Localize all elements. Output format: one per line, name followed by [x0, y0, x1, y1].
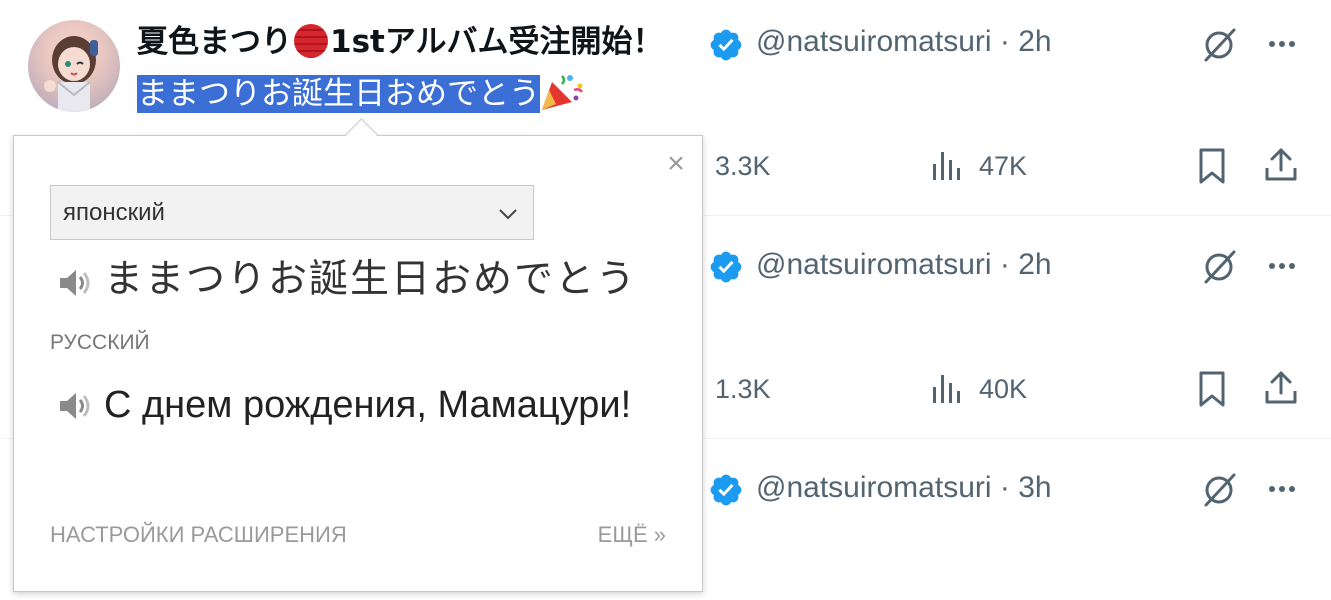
author-name-part1: 夏色まつり [137, 24, 292, 60]
source-language-select[interactable]: японский [50, 185, 534, 240]
page: 夏色まつり 1stアルバム受注開始！ @natsuiromatsuri · 2h … [0, 0, 1331, 600]
verified-badge-icon [710, 474, 742, 506]
views-count[interactable]: 40K [979, 373, 1027, 405]
more-options-icon[interactable] [1264, 471, 1300, 507]
source-text: ままつりお誕生日おめでとう [104, 257, 638, 302]
verified-badge-icon [710, 251, 742, 283]
retweet-count[interactable]: 3.3K [715, 150, 771, 182]
translation-popup: × японский ままつりお誕生日おめでとう РУССКИЙ С днем … [13, 118, 703, 592]
translated-text: С днем рождения, Мамацури! [104, 384, 632, 426]
author-handle[interactable]: @natsuiromatsuri · 3h [756, 468, 1052, 508]
selected-tweet-text[interactable]: ままつりお誕生日おめでとう [137, 75, 540, 113]
avatar[interactable] [28, 20, 120, 112]
lantern-emoji [294, 24, 328, 58]
author-name[interactable]: 夏色まつり 1stアルバム受注開始！ [137, 22, 664, 62]
chevron-down-icon [499, 209, 517, 220]
verified-badge-icon [710, 29, 742, 61]
author-handle[interactable]: @natsuiromatsuri · 2h [756, 22, 1052, 62]
party-popper-emoji [542, 75, 583, 110]
author-handle[interactable]: @natsuiromatsuri · 2h [756, 245, 1052, 285]
grok-icon[interactable] [1198, 469, 1240, 511]
more-options-icon[interactable] [1264, 248, 1300, 284]
retweet-count[interactable]: 1.3K [715, 373, 771, 405]
source-language-value: японский [63, 199, 165, 226]
grok-icon[interactable] [1198, 24, 1240, 66]
share-icon[interactable] [1263, 369, 1299, 407]
close-icon[interactable]: × [662, 149, 690, 179]
speaker-icon[interactable] [56, 265, 92, 301]
more-link[interactable]: ЕЩЁ » [598, 522, 666, 548]
extension-settings-link[interactable]: НАСТРОЙКИ РАСШИРЕНИЯ [50, 522, 347, 548]
target-language-label: РУССКИЙ [50, 331, 150, 354]
share-icon[interactable] [1263, 146, 1299, 184]
more-options-icon[interactable] [1264, 26, 1300, 62]
bookmark-icon[interactable] [1196, 370, 1228, 408]
speaker-icon[interactable] [56, 388, 92, 424]
views-count[interactable]: 47K [979, 150, 1027, 182]
views-icon[interactable] [930, 150, 964, 182]
author-name-part2: 1stアルバム受注開始！ [330, 24, 664, 60]
avatar-illustration [44, 36, 98, 112]
tweet-text[interactable]: ままつりお誕生日おめでとう [137, 72, 584, 114]
views-icon[interactable] [930, 373, 964, 405]
bookmark-icon[interactable] [1196, 147, 1228, 185]
grok-icon[interactable] [1198, 246, 1240, 288]
